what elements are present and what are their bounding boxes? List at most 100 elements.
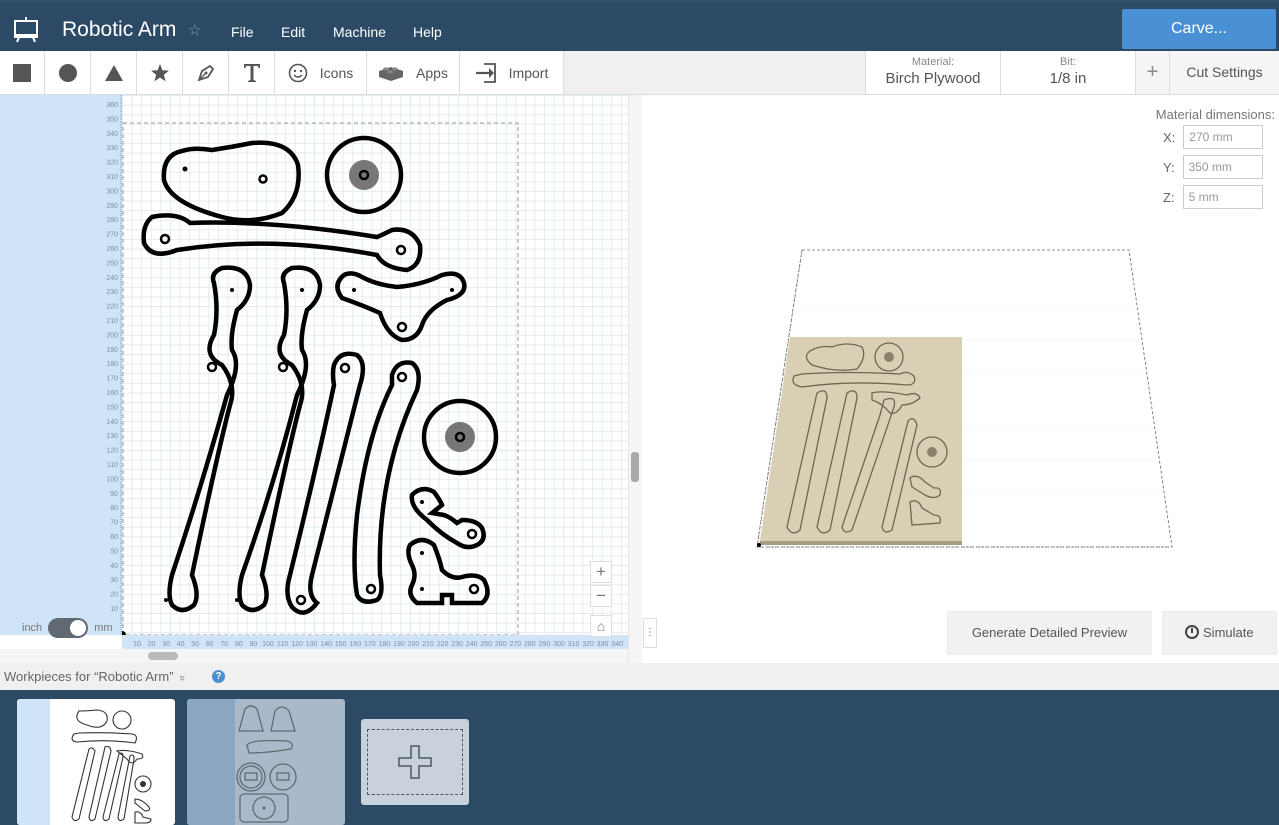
y-tick-label: 280: [106, 217, 118, 224]
x-tick-label: 320: [582, 641, 594, 648]
material-selector[interactable]: Material: Birch Plywood: [865, 51, 1000, 94]
cut-settings-button[interactable]: Cut Settings: [1169, 51, 1279, 94]
part-arm-left[interactable]: [167, 265, 253, 613]
y-tick-label: 260: [106, 246, 118, 253]
part-long-link[interactable]: [141, 213, 423, 273]
part-link-b[interactable]: [352, 360, 421, 604]
text-tool[interactable]: [229, 51, 275, 94]
pen-tool[interactable]: [183, 51, 229, 94]
carve-button[interactable]: Carve...: [1122, 9, 1276, 49]
x-tick-label: 340: [611, 641, 623, 648]
home-view-button[interactable]: ⌂: [590, 615, 612, 637]
x-tick-label: 100: [262, 641, 274, 648]
help-icon[interactable]: ?: [212, 670, 225, 683]
horizontal-scrollbar[interactable]: [0, 649, 628, 663]
3d-preview-view[interactable]: [642, 95, 1279, 615]
workpieces-title[interactable]: Workpieces for “Robotic Arm” »: [4, 669, 188, 684]
collapse-chevron-icon[interactable]: »: [176, 675, 188, 681]
square-icon: [13, 63, 31, 82]
x-tick-label: 280: [524, 641, 536, 648]
workpiece-2-preview: [236, 705, 297, 823]
y-tick-label: 160: [106, 390, 118, 397]
bit-selector[interactable]: Bit: 1/8 in: [1000, 51, 1135, 94]
y-tick-label: 200: [106, 332, 118, 339]
y-tick-label: 130: [106, 433, 118, 440]
circle-tool[interactable]: [45, 51, 91, 94]
project-title[interactable]: Robotic Arm: [62, 18, 176, 42]
x-tick-label: 290: [539, 641, 551, 648]
generate-detailed-preview-button[interactable]: Generate Detailed Preview: [947, 611, 1152, 655]
workpieces-title-text: Workpieces for “Robotic Arm”: [4, 669, 174, 684]
x-tick-label: 40: [177, 641, 185, 648]
workpiece-thumbnail[interactable]: [17, 699, 175, 825]
y-tick-label: 180: [106, 361, 118, 368]
zoom-in-button[interactable]: +: [590, 561, 612, 583]
horizontal-scroll-thumb[interactable]: [148, 652, 178, 660]
vertical-scroll-thumb[interactable]: [631, 452, 639, 482]
3d-preview-pane: Material dimensions: X: Y: Z:: [642, 95, 1279, 663]
material-caption: Material:: [911, 56, 955, 68]
x-tick-label: 130: [306, 641, 318, 648]
apps-label: Apps: [416, 64, 448, 81]
import-icon: [475, 62, 496, 83]
part-arm-middle[interactable]: [237, 265, 323, 613]
design-canvas-pane: 360 350 340 330 320 310 300 290 280 270 260 250 240 2…: [0, 95, 642, 663]
menu-machine[interactable]: Machine: [333, 24, 386, 40]
y-tick-label: 170: [106, 376, 118, 383]
y-tick-label: 80: [110, 505, 118, 512]
y-tick-label: 50: [110, 548, 118, 555]
apps-button[interactable]: Apps: [367, 51, 460, 94]
zoom-out-button[interactable]: −: [590, 585, 612, 607]
x-tick-label: 300: [553, 641, 565, 648]
y-tick-label: 310: [106, 174, 118, 181]
y-tick-label: 270: [106, 232, 118, 239]
star-tool[interactable]: [137, 51, 183, 94]
workpieces-header: Workpieces for “Robotic Arm” » ?: [0, 663, 1279, 690]
unit-toggle[interactable]: inch mm: [22, 618, 113, 638]
vertical-ruler: 360 350 340 330 320 310 300 290 280 270 260 250 240 2…: [0, 95, 122, 635]
part-hole: [182, 166, 188, 172]
lego-brick-icon: [379, 66, 404, 81]
smiley-icon: [288, 63, 308, 82]
y-tick-label: 210: [106, 318, 118, 325]
simulate-label: Simulate: [1203, 625, 1254, 640]
y-tick-label: 60: [110, 534, 118, 541]
x-tick-label: 270: [509, 641, 521, 648]
x-tick-label: 190: [393, 641, 405, 648]
part-base-plate[interactable]: [161, 140, 301, 223]
x-tick-label: 20: [148, 641, 156, 648]
pen-icon: [197, 64, 214, 81]
x-tick-label: 260: [495, 641, 507, 648]
menu-edit[interactable]: Edit: [281, 24, 305, 40]
x-tick-label: 150: [335, 641, 347, 648]
import-button[interactable]: Import: [460, 51, 564, 94]
icons-button[interactable]: Icons: [275, 51, 367, 94]
panel-options-button[interactable]: ⋮: [643, 618, 657, 648]
square-tool[interactable]: [0, 51, 45, 94]
x-tick-label: 220: [437, 641, 449, 648]
add-workpiece-button[interactable]: [361, 719, 469, 805]
vertical-scrollbar[interactable]: [628, 95, 642, 663]
menu-help[interactable]: Help: [413, 24, 442, 40]
menu-file[interactable]: File: [231, 24, 254, 40]
design-canvas[interactable]: [122, 95, 628, 635]
x-tick-label: 200: [408, 641, 420, 648]
y-tick-label: 340: [106, 131, 118, 138]
add-bit-button[interactable]: +: [1135, 51, 1169, 94]
triangle-tool[interactable]: [91, 51, 137, 94]
y-tick-label: 140: [106, 419, 118, 426]
y-tick-label: 70: [110, 520, 118, 527]
x-tick-label: 10: [133, 641, 141, 648]
y-tick-label: 120: [106, 448, 118, 455]
star-icon: [150, 63, 169, 81]
material-value: Birch Plywood: [885, 70, 981, 87]
favorite-star-icon[interactable]: ☆: [188, 21, 201, 39]
unit-switch[interactable]: [48, 618, 89, 638]
part-hole: [258, 174, 268, 184]
easel-logo-icon[interactable]: [12, 15, 40, 43]
workpiece-thumbnail[interactable]: [187, 699, 345, 825]
x-tick-label: 230: [451, 641, 463, 648]
triangle-icon: [104, 64, 123, 81]
x-tick-label: 140: [320, 641, 332, 648]
simulate-button[interactable]: Simulate: [1162, 611, 1277, 655]
